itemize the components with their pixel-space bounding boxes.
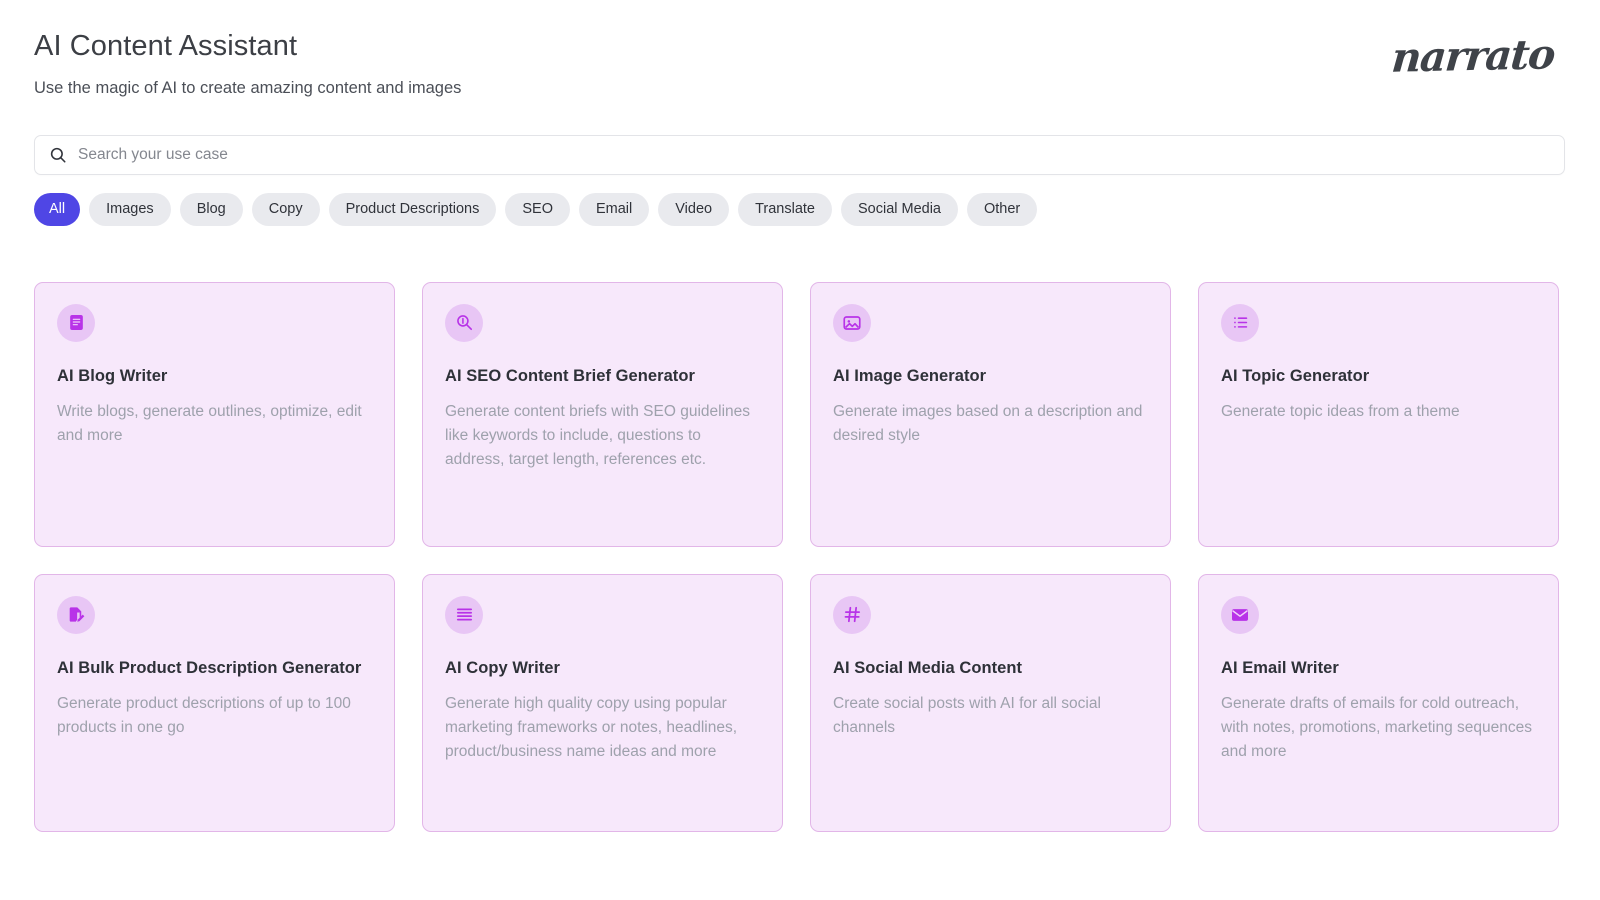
card-description: Generate topic ideas from a theme (1221, 400, 1536, 424)
filter-chip-blog[interactable]: Blog (180, 193, 243, 226)
filter-chip-product-descriptions[interactable]: Product Descriptions (329, 193, 497, 226)
search-input[interactable] (78, 136, 1550, 174)
use-case-card-ai-blog-writer[interactable]: AI Blog Writer Write blogs, generate out… (34, 282, 395, 547)
envelope-icon (1221, 596, 1259, 634)
card-title: AI SEO Content Brief Generator (445, 363, 760, 389)
use-case-card-ai-image-generator[interactable]: AI Image Generator Generate images based… (810, 282, 1171, 547)
image-icon (833, 304, 871, 342)
filter-chip-copy[interactable]: Copy (252, 193, 320, 226)
card-description: Generate product descriptions of up to 1… (57, 692, 372, 740)
search-bar[interactable] (34, 135, 1565, 175)
card-title: AI Social Media Content (833, 655, 1148, 681)
filter-chip-seo[interactable]: SEO (505, 193, 570, 226)
use-case-card-grid: AI Blog Writer Write blogs, generate out… (34, 282, 1566, 832)
card-description: Generate drafts of emails for cold outre… (1221, 692, 1536, 764)
filter-chip-all[interactable]: All (34, 193, 80, 226)
card-description: Write blogs, generate outlines, optimize… (57, 400, 372, 448)
ai-content-assistant-page: AI Content Assistant Use the magic of AI… (0, 0, 1600, 900)
page-subtitle: Use the magic of AI to create amazing co… (34, 77, 461, 99)
page-header: AI Content Assistant Use the magic of AI… (34, 26, 1566, 100)
hashtag-icon (833, 596, 871, 634)
bullet-list-icon (1221, 304, 1259, 342)
narrato-logo: narrato (1390, 30, 1556, 81)
filter-chip-images[interactable]: Images (89, 193, 171, 226)
search-icon (49, 146, 67, 164)
card-description: Generate images based on a description a… (833, 400, 1148, 448)
filter-chip-video[interactable]: Video (658, 193, 729, 226)
filter-chip-other[interactable]: Other (967, 193, 1037, 226)
card-title: AI Topic Generator (1221, 363, 1536, 389)
use-case-card-ai-copy-writer[interactable]: AI Copy Writer Generate high quality cop… (422, 574, 783, 832)
page-title: AI Content Assistant (34, 28, 461, 64)
filter-chip-email[interactable]: Email (579, 193, 649, 226)
use-case-card-ai-email-writer[interactable]: AI Email Writer Generate drafts of email… (1198, 574, 1559, 832)
text-lines-icon (445, 596, 483, 634)
magnifier-icon (445, 304, 483, 342)
card-title: AI Blog Writer (57, 363, 372, 389)
filter-chip-social-media[interactable]: Social Media (841, 193, 958, 226)
card-description: Generate content briefs with SEO guideli… (445, 400, 760, 472)
card-title: AI Image Generator (833, 363, 1148, 389)
document-lines-icon (57, 304, 95, 342)
filter-chips: All Images Blog Copy Product Description… (34, 193, 1566, 226)
use-case-card-ai-topic-generator[interactable]: AI Topic Generator Generate topic ideas … (1198, 282, 1559, 547)
filter-chip-translate[interactable]: Translate (738, 193, 832, 226)
file-pencil-icon (57, 596, 95, 634)
use-case-card-ai-bulk-product-description-generator[interactable]: AI Bulk Product Description Generator Ge… (34, 574, 395, 832)
use-case-card-ai-seo-content-brief-generator[interactable]: AI SEO Content Brief Generator Generate … (422, 282, 783, 547)
use-case-card-ai-social-media-content[interactable]: AI Social Media Content Create social po… (810, 574, 1171, 832)
card-title: AI Email Writer (1221, 655, 1536, 681)
card-description: Create social posts with AI for all soci… (833, 692, 1148, 740)
card-description: Generate high quality copy using popular… (445, 692, 760, 764)
header-text-block: AI Content Assistant Use the magic of AI… (34, 26, 461, 100)
card-title: AI Copy Writer (445, 655, 760, 681)
card-title: AI Bulk Product Description Generator (57, 655, 372, 681)
